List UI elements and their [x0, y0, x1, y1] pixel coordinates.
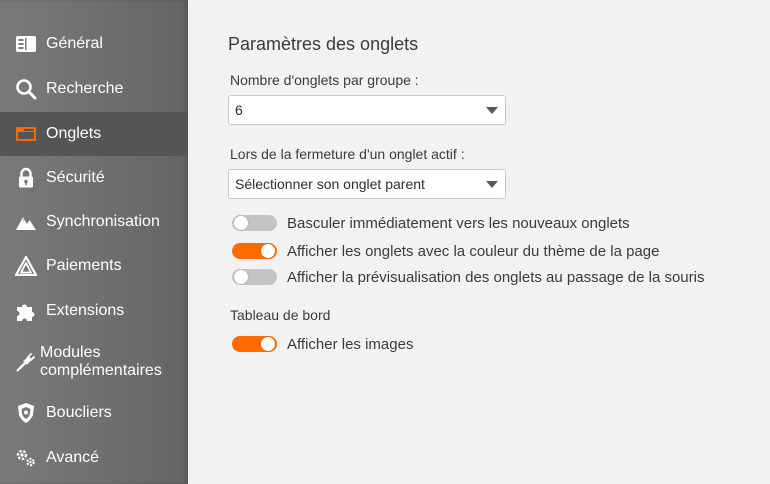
sidebar-item-addons[interactable]: Modules complémentaires: [0, 334, 188, 390]
tabs-settings-panel: Paramètres des onglets Nombre d'onglets …: [188, 0, 770, 484]
switch-to-new-tabs-toggle[interactable]: [232, 215, 277, 231]
sidebar-item-label: Boucliers: [46, 404, 112, 421]
sidebar-item-label: Général: [46, 35, 103, 52]
dashboard-heading: Tableau de bord: [230, 307, 331, 323]
settings-window: Général Recherche Onglets Sécurité Synch…: [0, 0, 770, 484]
show-images-label: Afficher les images: [287, 335, 414, 353]
on-close-value: Sélectionner son onglet parent: [235, 176, 425, 192]
show-images-row: Afficher les images: [232, 334, 413, 354]
sidebar-item-search[interactable]: Recherche: [0, 66, 188, 112]
sidebar-item-extensions[interactable]: Extensions: [0, 288, 188, 334]
toggle-knob: [234, 216, 248, 230]
gears-icon: [15, 447, 37, 469]
payments-icon: [15, 255, 37, 277]
sidebar-item-general[interactable]: Général: [0, 22, 188, 66]
tabs-icon: [15, 123, 37, 145]
sidebar-item-advanced[interactable]: Avancé: [0, 436, 188, 480]
sidebar-item-label: Recherche: [46, 80, 124, 97]
lock-icon: [15, 167, 37, 189]
switch-to-new-tabs-label: Basculer immédiatement vers les nouveaux…: [287, 214, 630, 232]
tabs-per-group-label: Nombre d'onglets par groupe :: [230, 72, 419, 88]
sidebar-item-security[interactable]: Sécurité: [0, 156, 188, 200]
toggle-knob: [234, 270, 248, 284]
sidebar: Général Recherche Onglets Sécurité Synch…: [0, 0, 195, 484]
puzzle-icon: [15, 300, 37, 322]
page-title: Paramètres des onglets: [228, 34, 419, 54]
show-images-toggle[interactable]: [232, 336, 277, 352]
on-close-label: Lors de la fermeture d'un onglet actif :: [230, 146, 465, 162]
sidebar-item-label: Extensions: [46, 302, 125, 319]
tabs-per-group-value: 6: [235, 102, 243, 118]
general-icon: [15, 33, 37, 55]
tab-preview-row: Afficher la prévisualisation des onglets…: [232, 267, 704, 287]
sidebar-item-label: Modules complémentaires: [40, 344, 162, 379]
sidebar-item-tabs[interactable]: Onglets: [0, 112, 195, 156]
tab-preview-label: Afficher la prévisualisation des onglets…: [287, 268, 705, 286]
sidebar-item-label: Avancé: [46, 449, 100, 466]
tab-preview-toggle[interactable]: [232, 269, 277, 285]
toggle-knob: [261, 337, 275, 351]
shield-icon: [15, 402, 37, 424]
sidebar-item-shields[interactable]: Boucliers: [0, 390, 188, 436]
sidebar-item-label: Onglets: [46, 125, 102, 142]
theme-color-tabs-label: Afficher les onglets avec la couleur du …: [287, 242, 660, 260]
theme-color-tabs-toggle[interactable]: [232, 243, 277, 259]
toggle-knob: [261, 244, 275, 258]
chevron-down-icon: [486, 181, 498, 188]
chevron-down-icon: [486, 107, 498, 114]
switch-to-new-tabs-row: Basculer immédiatement vers les nouveaux…: [232, 213, 630, 233]
plug-icon: [15, 351, 37, 373]
sidebar-item-sync[interactable]: Synchronisation: [0, 200, 188, 244]
theme-color-tabs-row: Afficher les onglets avec la couleur du …: [232, 241, 659, 261]
sidebar-item-payments[interactable]: Paiements: [0, 244, 188, 288]
search-icon: [15, 78, 37, 100]
sidebar-item-label: Sécurité: [46, 169, 105, 186]
sidebar-item-label: Synchronisation: [46, 213, 160, 230]
sidebar-item-label: Paiements: [46, 257, 122, 274]
sync-icon: [15, 211, 37, 233]
on-close-select[interactable]: Sélectionner son onglet parent: [228, 169, 506, 199]
tabs-per-group-select[interactable]: 6: [228, 95, 506, 125]
